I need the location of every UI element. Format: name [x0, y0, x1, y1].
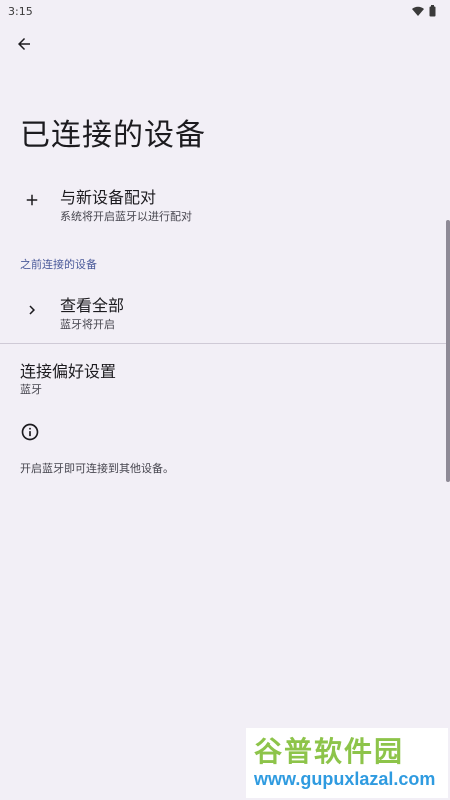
divider — [0, 343, 446, 344]
pair-new-device-title: 与新设备配对 — [60, 188, 157, 207]
wifi-icon — [412, 6, 424, 16]
plus-icon — [20, 188, 44, 212]
footer-info-text: 开启蓝牙即可连接到其他设备。 — [20, 462, 174, 475]
info-icon — [21, 423, 39, 441]
pair-new-device-subtitle: 系统将开启蓝牙以进行配对 — [60, 210, 192, 223]
page-title: 已连接的设备 — [20, 118, 206, 153]
status-icons — [412, 5, 436, 17]
arrow-back-icon — [18, 38, 30, 50]
pair-new-device-item[interactable]: 与新设备配对 系统将开启蓝牙以进行配对 — [0, 178, 446, 230]
connection-preferences-title: 连接偏好设置 — [20, 362, 117, 381]
status-bar: 3:15 — [0, 0, 450, 22]
see-all-item[interactable]: 查看全部 蓝牙将开启 — [0, 286, 446, 338]
watermark-brand: 谷普软件园 — [254, 736, 405, 767]
see-all-title: 查看全部 — [60, 296, 125, 315]
battery-icon — [429, 5, 436, 17]
previously-connected-header: 之前连接的设备 — [20, 258, 97, 271]
connection-preferences-subtitle: 蓝牙 — [20, 383, 42, 396]
watermark-url: www.gupuxlazal.com — [254, 769, 436, 789]
status-time: 3:15 — [8, 4, 33, 18]
back-button[interactable] — [8, 28, 40, 60]
scrollbar[interactable] — [446, 220, 450, 482]
see-all-subtitle: 蓝牙将开启 — [60, 318, 115, 331]
chevron-right-icon — [20, 298, 44, 322]
watermark: 谷普软件园 www.gupuxlazal.com — [246, 728, 448, 798]
